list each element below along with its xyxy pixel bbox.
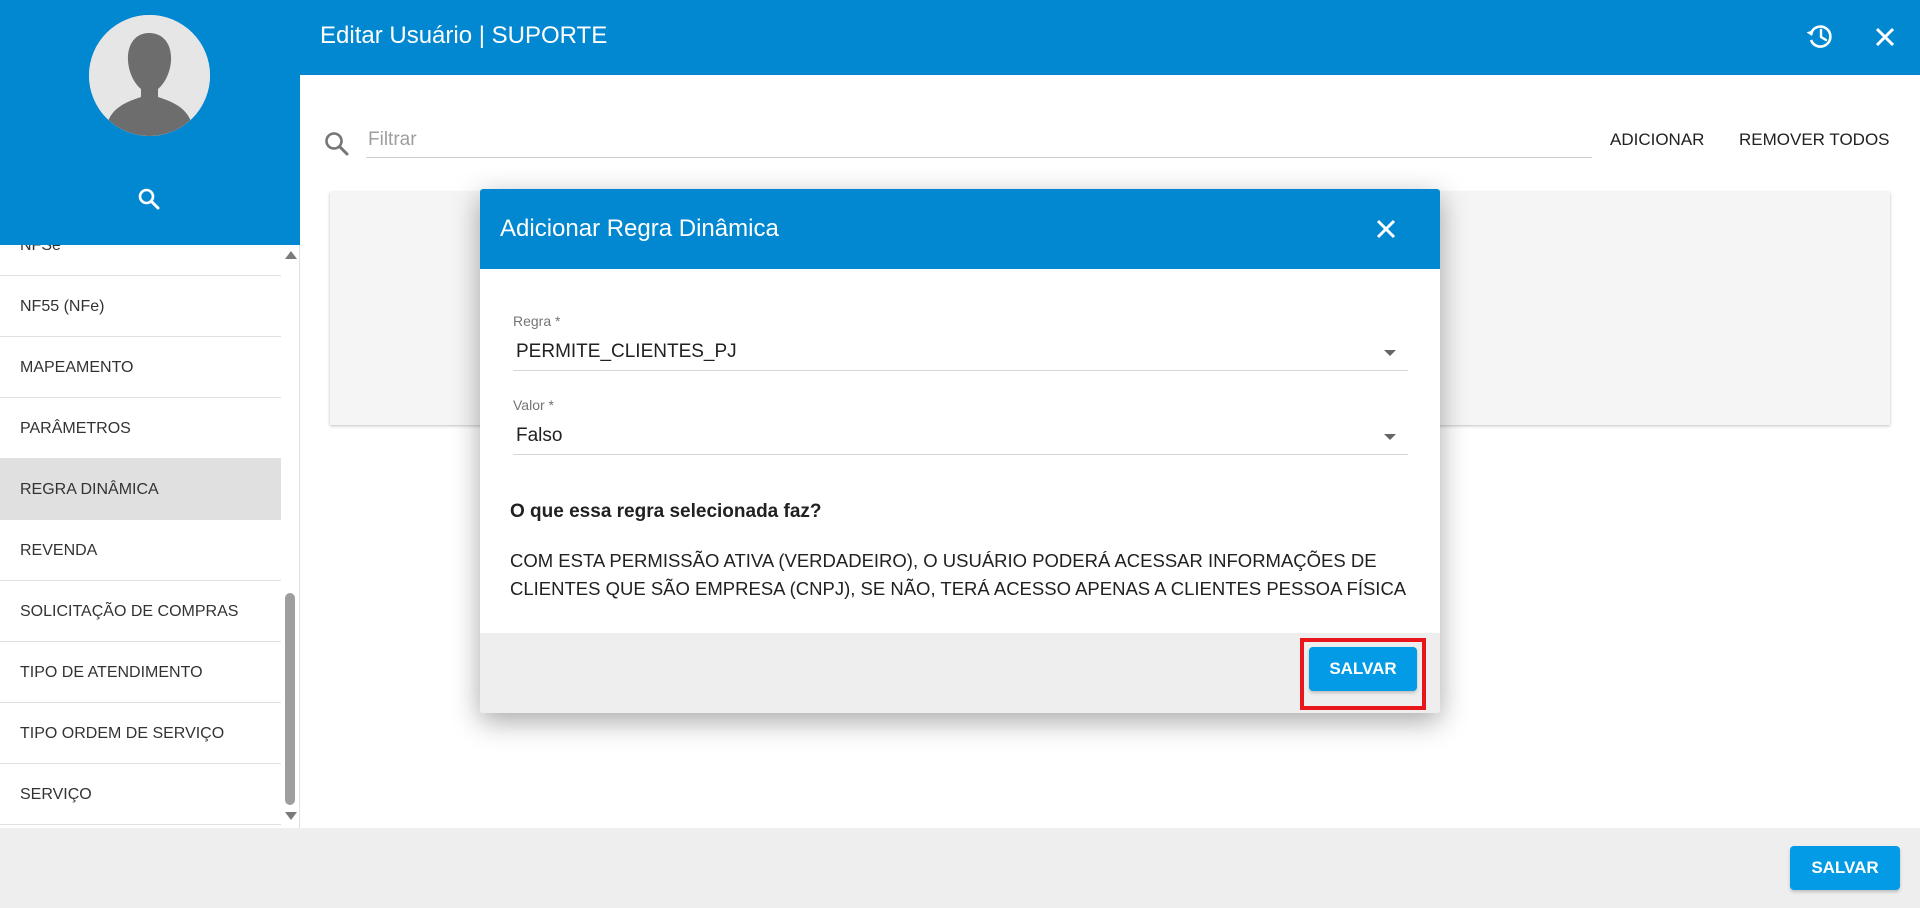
history-icon[interactable] bbox=[1804, 20, 1836, 52]
person-silhouette-icon bbox=[89, 15, 210, 136]
add-button[interactable]: ADICIONAR bbox=[1610, 122, 1704, 158]
sidebar-item-tipo-atendimento[interactable]: TIPO DE ATENDIMENTO bbox=[0, 642, 281, 703]
rule-field: Regra * PERMITE_CLIENTES_PJ bbox=[513, 313, 1408, 371]
add-dynamic-rule-dialog: Adicionar Regra Dinâmica Regra * PERMITE… bbox=[480, 189, 1440, 713]
sidebar-item-mapeamento[interactable]: MAPEAMENTO bbox=[0, 337, 281, 398]
sidebar-item-nf55[interactable]: NF55 (NFe) bbox=[0, 276, 281, 337]
filter-input[interactable] bbox=[366, 122, 1592, 158]
remove-all-button[interactable]: REMOVER TODOS bbox=[1739, 122, 1890, 158]
close-icon[interactable] bbox=[1870, 22, 1900, 52]
rule-question: O que essa regra selecionada faz? bbox=[510, 501, 822, 522]
rule-description: COM ESTA PERMISSÃO ATIVA (VERDADEIRO), O… bbox=[510, 550, 1407, 599]
scroll-up-arrow-icon[interactable] bbox=[285, 251, 297, 259]
rule-label: Regra * bbox=[513, 313, 561, 329]
value-select-value: Falso bbox=[516, 425, 563, 446]
page-title: Editar Usuário | SUPORTE bbox=[320, 22, 608, 49]
sidebar-search-icon[interactable] bbox=[136, 186, 162, 212]
value-label: Valor * bbox=[513, 397, 554, 413]
dialog-header: Adicionar Regra Dinâmica bbox=[480, 189, 1440, 269]
value-field: Valor * Falso bbox=[513, 397, 1408, 455]
dropdown-arrow-icon bbox=[1384, 434, 1396, 440]
scroll-down-arrow-icon[interactable] bbox=[285, 812, 297, 820]
sidebar-item-servico[interactable]: SERVIÇO bbox=[0, 764, 281, 825]
sidebar-item-nfse[interactable]: NFSe bbox=[0, 245, 281, 276]
sidebar-header bbox=[0, 0, 300, 245]
dialog-save-button[interactable]: SALVAR bbox=[1309, 647, 1417, 691]
sidebar-item-revenda[interactable]: REVENDA bbox=[0, 520, 281, 581]
top-bar: Editar Usuário | SUPORTE bbox=[300, 0, 1920, 75]
sidebar-item-tipo-ordem-servico[interactable]: TIPO ORDEM DE SERVIÇO bbox=[0, 703, 281, 764]
sidebar-menu: NFSe NF55 (NFe) MAPEAMENTO PARÂMETROS RE… bbox=[0, 245, 281, 828]
dialog-title: Adicionar Regra Dinâmica bbox=[500, 215, 779, 242]
dialog-footer: SALVAR bbox=[480, 633, 1440, 713]
value-select[interactable]: Falso bbox=[513, 421, 1408, 455]
footer-bar: SALVAR bbox=[0, 828, 1920, 908]
sidebar-scrollbar[interactable] bbox=[282, 245, 298, 828]
search-icon bbox=[322, 129, 352, 159]
avatar bbox=[89, 15, 210, 136]
sidebar: NFSe NF55 (NFe) MAPEAMENTO PARÂMETROS RE… bbox=[0, 0, 300, 828]
sidebar-item-parametros[interactable]: PARÂMETROS bbox=[0, 398, 281, 459]
sidebar-item-regra-dinamica[interactable]: REGRA DINÂMICA bbox=[0, 459, 281, 520]
rule-select-value: PERMITE_CLIENTES_PJ bbox=[516, 341, 737, 362]
dialog-close-icon[interactable] bbox=[1374, 217, 1398, 241]
dropdown-arrow-icon bbox=[1384, 350, 1396, 356]
rule-select[interactable]: PERMITE_CLIENTES_PJ bbox=[513, 337, 1408, 371]
sidebar-item-solicitacao-compras[interactable]: SOLICITAÇÃO DE COMPRAS bbox=[0, 581, 281, 642]
footer-save-button[interactable]: SALVAR bbox=[1790, 846, 1900, 890]
scrollbar-thumb[interactable] bbox=[285, 593, 295, 805]
